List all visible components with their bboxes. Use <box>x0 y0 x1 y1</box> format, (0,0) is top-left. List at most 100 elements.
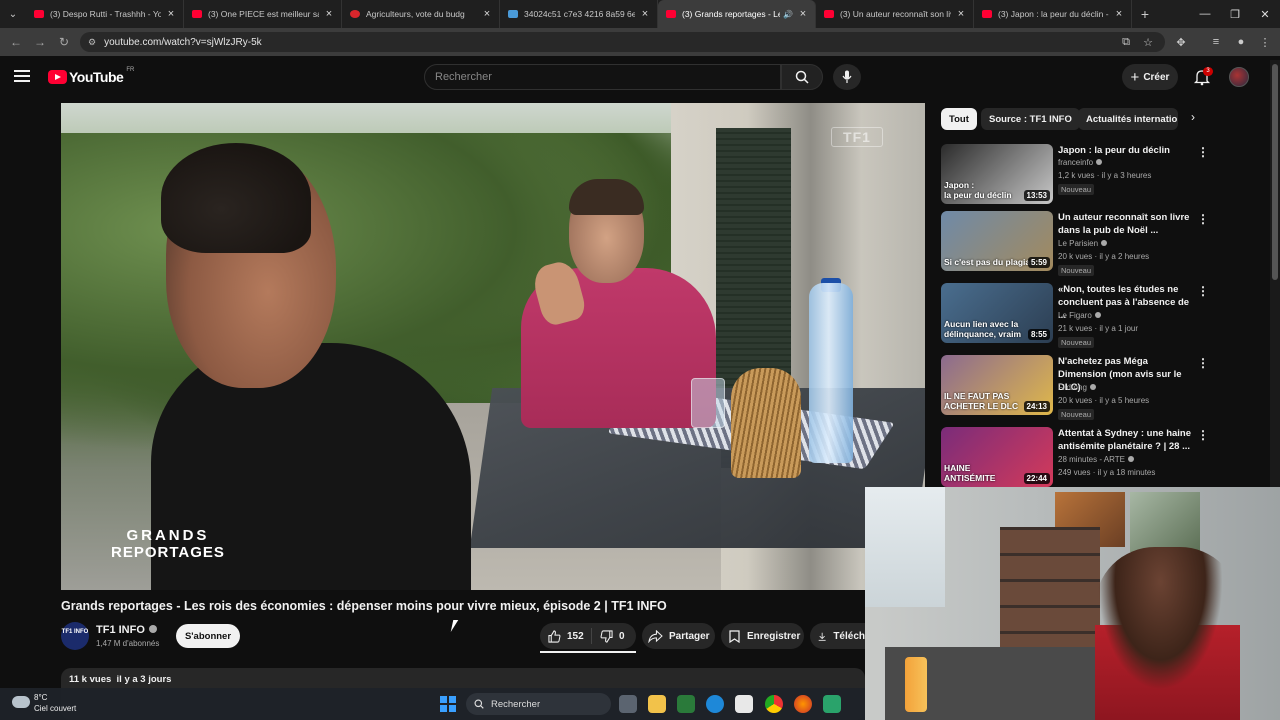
taskbar-search-input[interactable]: Rechercher <box>466 693 611 715</box>
recommended-video-title[interactable]: Japon : la peur du déclin <box>1058 144 1193 157</box>
thumbnail-caption: Japon : la peur du déclin <box>944 180 1012 200</box>
recommended-video[interactable]: Si c'est pas du plagiat 5:59 Un auteur rec… <box>941 211 1211 276</box>
dislike-count: 0 <box>619 630 625 642</box>
channel-name[interactable]: TF1 INFO <box>96 624 145 636</box>
channel-avatar[interactable]: TF1 INFO <box>61 622 89 650</box>
dislike-button[interactable]: 0 <box>592 629 636 643</box>
thumbs-down-icon <box>600 629 613 643</box>
subscribe-button[interactable]: S'abonner <box>176 624 240 648</box>
views-and-date: 11 k vues il y a 3 jours <box>69 674 172 685</box>
video-duration: 13:53 <box>1023 190 1050 201</box>
chrome-icon[interactable] <box>765 695 783 713</box>
nvidia-icon[interactable] <box>677 695 695 713</box>
share-arrow-icon <box>648 629 663 643</box>
recommended-video[interactable]: HAINE ANTISÉMITE 22:44 Attentat à Sydney :… <box>941 427 1211 487</box>
taskbar-search-placeholder: Rechercher <box>491 698 541 710</box>
bookmark-icon <box>729 629 740 643</box>
mouse-cursor-icon <box>450 620 464 632</box>
subscriber-count: 1,47 M d'abonnés <box>96 639 160 648</box>
logo-line-1: GRANDS <box>126 527 210 544</box>
video-duration: 8:55 <box>1027 329 1050 340</box>
video-thumbnail[interactable]: Si c'est pas du plagiat 5:59 <box>941 211 1053 271</box>
recommended-video-meta: 20 k vues · il y a 2 heures <box>1058 252 1150 261</box>
webcam-overlay <box>865 487 1280 720</box>
video-thumbnail[interactable]: Japon : la peur du déclin 13:53 <box>941 144 1053 204</box>
recommended-channel[interactable]: franceinfo <box>1058 158 1093 167</box>
channel-name-row[interactable]: TF1 INFO <box>96 624 157 636</box>
weather-widget[interactable]: 8°C Ciel couvert <box>12 692 92 716</box>
verified-icon <box>1096 159 1103 165</box>
new-badge: Nouveau <box>1058 337 1095 348</box>
video-thumbnail[interactable]: Aucun lien avec la délinquance, vraim 8:5… <box>941 283 1053 343</box>
recommended-video-meta: 1,2 k vues · il y a 3 heures <box>1058 171 1152 180</box>
more-actions-icon[interactable]: ⋮ <box>1197 146 1209 160</box>
recommended-video-meta: 249 vues · il y a 18 minutes <box>1058 468 1156 477</box>
more-actions-icon[interactable]: ⋮ <box>1197 213 1209 227</box>
recommended-video[interactable]: Aucun lien avec la délinquance, vraim 8:5… <box>941 283 1211 348</box>
video-title: Grands reportages - Les rois des économi… <box>61 599 667 613</box>
new-badge: Nouveau <box>1058 265 1095 276</box>
store-icon[interactable] <box>735 695 753 713</box>
scrollbar-thumb[interactable] <box>1272 64 1278 280</box>
more-actions-icon[interactable]: ⋮ <box>1197 357 1209 371</box>
verified-icon <box>1101 240 1108 246</box>
save-button[interactable]: Enregistrer <box>721 623 804 649</box>
weather-condition: Ciel couvert <box>34 704 77 713</box>
recommended-channel-row[interactable]: Le Figaro <box>1058 311 1101 320</box>
like-button[interactable]: 152 <box>540 628 592 644</box>
recommended-video-title[interactable]: Attentat à Sydney : une haine antisémite… <box>1058 427 1193 453</box>
new-badge: Nouveau <box>1058 409 1095 420</box>
recommended-channel-row[interactable]: Fildrong <box>1058 383 1096 392</box>
recommended-video-title[interactable]: Un auteur reconnaît son livre dans la pu… <box>1058 211 1193 237</box>
thumbnail-caption: Aucun lien avec la délinquance, vraim <box>944 319 1021 339</box>
verified-icon <box>1128 456 1134 462</box>
verified-icon <box>1094 312 1101 318</box>
download-label: Téléch <box>833 630 865 642</box>
webcam-window <box>865 487 945 607</box>
thumbnail-caption: Si c'est pas du plagiat <box>944 257 1033 267</box>
file-explorer-icon[interactable] <box>648 695 666 713</box>
video-thumbnail[interactable]: IL NE FAUT PAS ACHETER LE DLC 24:13 <box>941 355 1053 415</box>
windows-start-icon[interactable] <box>440 696 456 712</box>
share-button[interactable]: Partager <box>642 623 715 649</box>
recommended-video-meta: 21 k vues · il y a 1 jour <box>1058 324 1139 333</box>
thumbs-up-icon <box>548 629 561 643</box>
verified-icon <box>148 625 157 633</box>
recommended-channel[interactable]: Le Parisien <box>1058 239 1098 248</box>
recommended-channel[interactable]: Le Figaro <box>1058 311 1092 320</box>
recommended-channel[interactable]: 28 minutes - ARTE <box>1058 455 1125 464</box>
app-icon[interactable] <box>823 695 841 713</box>
webcam-person <box>1095 547 1240 720</box>
recommended-video[interactable]: Japon : la peur du déclin 13:53 Japon : la… <box>941 144 1211 206</box>
webcam-poster <box>1130 492 1200 552</box>
share-label: Partager <box>669 630 710 642</box>
recommended-channel-row[interactable]: franceinfo <box>1058 158 1103 167</box>
recommended-video[interactable]: IL NE FAUT PAS ACHETER LE DLC 24:13 N'ache… <box>941 355 1211 420</box>
like-ratio-bar <box>540 651 636 653</box>
cloud-icon <box>12 696 30 708</box>
verified-icon <box>1089 384 1096 390</box>
thumbnail-caption: HAINE ANTISÉMITE <box>944 463 996 483</box>
video-thumbnail[interactable]: HAINE ANTISÉMITE 22:44 <box>941 427 1053 487</box>
recommended-channel-row[interactable]: Le Parisien <box>1058 239 1108 248</box>
like-dislike-group: 152 0 <box>540 623 636 649</box>
logo-line-2: REPORTAGES <box>111 544 225 561</box>
more-actions-icon[interactable]: ⋮ <box>1197 285 1209 299</box>
thumbnail-caption: IL NE FAUT PAS ACHETER LE DLC <box>944 391 1019 411</box>
grands-reportages-logo: GRANDS REPORTAGES <box>111 527 225 561</box>
video-duration: 24:13 <box>1023 401 1050 412</box>
recommended-channel[interactable]: Fildrong <box>1058 383 1087 392</box>
webcam-bottle <box>905 657 927 712</box>
video-duration: 22:44 <box>1023 473 1050 484</box>
edge-browser-icon[interactable] <box>706 695 724 713</box>
more-actions-icon[interactable]: ⋮ <box>1197 429 1209 443</box>
recommended-channel-row[interactable]: 28 minutes - ARTE <box>1058 455 1134 464</box>
recommended-video-meta: 20 k vues · il y a 5 heures <box>1058 396 1150 405</box>
video-duration: 5:59 <box>1027 257 1050 268</box>
like-count: 152 <box>567 630 584 642</box>
task-view-icon[interactable] <box>619 695 637 713</box>
temperature: 8°C <box>34 693 48 702</box>
firefox-icon[interactable] <box>794 695 812 713</box>
new-badge: Nouveau <box>1058 184 1095 195</box>
download-button[interactable]: Téléch <box>810 623 865 649</box>
